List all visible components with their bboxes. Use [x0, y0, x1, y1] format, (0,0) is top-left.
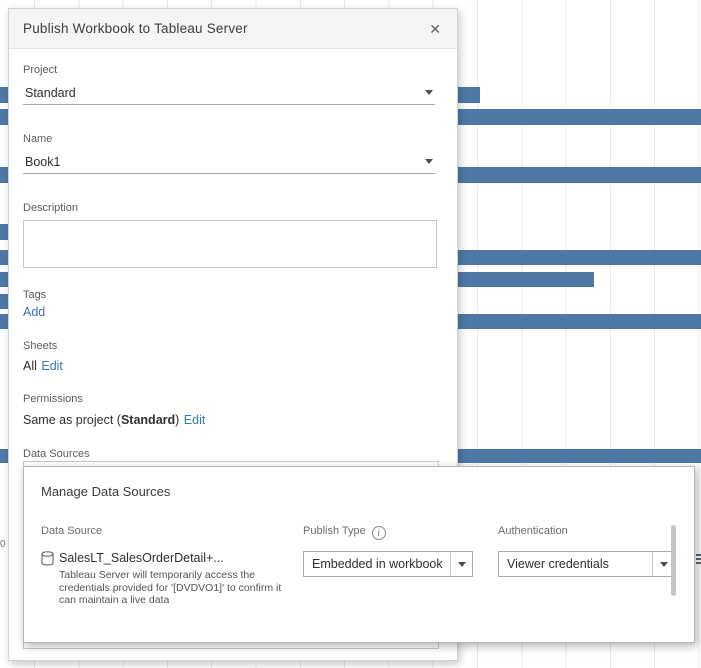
dialog-header: Publish Workbook to Tableau Server ✕	[9, 9, 457, 49]
permissions-edit-link[interactable]: Edit	[184, 413, 206, 427]
authentication-value: Viewer credentials	[499, 557, 652, 571]
column-data-source: Data Source	[41, 525, 102, 537]
sheets-value: All	[23, 359, 37, 373]
permissions-row: Same as project (Standard) Edit	[23, 411, 205, 429]
project-dropdown[interactable]: Standard	[23, 81, 435, 105]
sheets-row: All Edit	[23, 357, 63, 375]
sheets-label: Sheets	[23, 340, 57, 352]
project-value: Standard	[25, 86, 76, 100]
clipped-axis-label: 0	[0, 539, 6, 550]
project-label: Project	[23, 64, 57, 76]
chevron-down-icon	[425, 159, 433, 164]
column-publish-type: Publish Typei	[303, 525, 386, 540]
close-icon[interactable]: ✕	[427, 20, 443, 38]
chevron-down-icon	[450, 552, 472, 576]
name-dropdown[interactable]: Book1	[23, 150, 435, 174]
authentication-dropdown[interactable]: Viewer credentials	[498, 551, 675, 577]
name-label: Name	[23, 133, 52, 145]
chevron-down-icon	[425, 90, 433, 95]
clipped-scroll-grip-icon	[696, 554, 701, 566]
sheets-edit-link[interactable]: Edit	[41, 359, 63, 373]
data-sources-label: Data Sources	[23, 448, 90, 460]
screen: 0 Publish Workbook to Tableau Server ✕ P…	[0, 0, 701, 668]
scrollbar-thumb[interactable]	[671, 525, 676, 596]
name-value: Book1	[25, 155, 60, 169]
info-icon[interactable]: i	[372, 526, 386, 540]
database-icon	[41, 551, 54, 571]
permissions-value: Same as project (Standard)	[23, 413, 179, 427]
data-source-note: Tableau Server will temporarily access t…	[59, 569, 299, 607]
dialog-title: Publish Workbook to Tableau Server	[23, 21, 248, 36]
manage-data-sources-panel: Manage Data Sources Data Source Publish …	[23, 466, 695, 643]
publish-type-value: Embedded in workbook	[304, 557, 450, 571]
panel-title: Manage Data Sources	[41, 484, 170, 499]
tags-label: Tags	[23, 289, 46, 301]
permissions-label: Permissions	[23, 393, 83, 405]
tags-add-link[interactable]: Add	[23, 305, 45, 319]
description-input[interactable]	[23, 220, 437, 268]
column-authentication: Authentication	[498, 525, 568, 537]
publish-type-dropdown[interactable]: Embedded in workbook	[303, 551, 473, 577]
description-label: Description	[23, 202, 78, 214]
data-source-name: SalesLT_SalesOrderDetail+...	[59, 551, 224, 565]
